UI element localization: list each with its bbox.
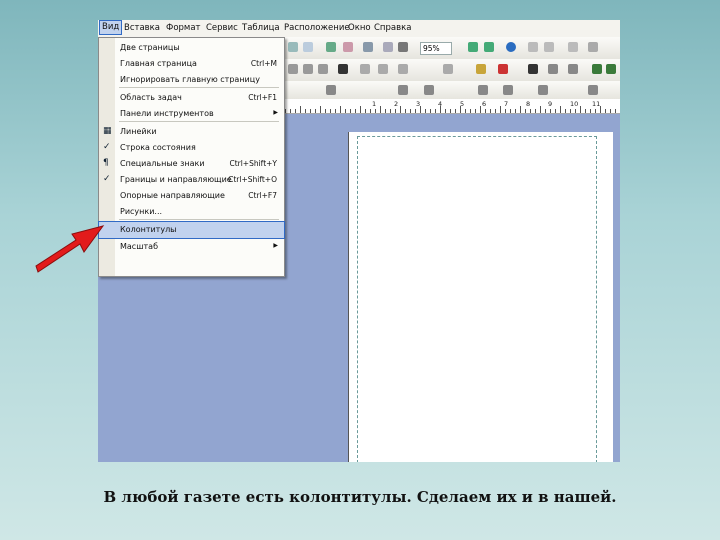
slide-caption: В любой газете есть колонтитулы. Сделаем… xyxy=(103,488,617,506)
red-arrow-pointer xyxy=(35,225,105,273)
